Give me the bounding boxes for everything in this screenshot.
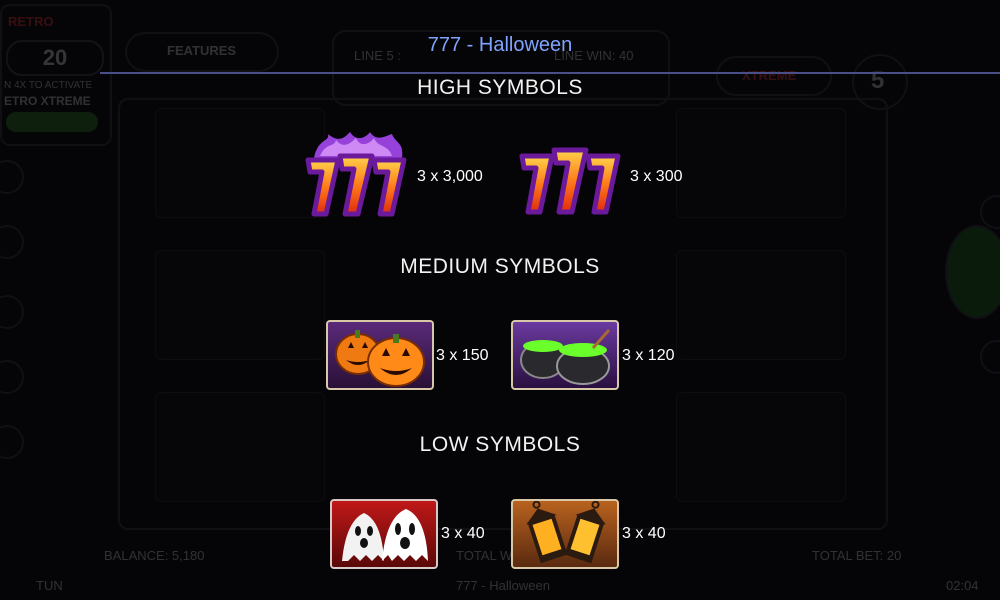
- total-bet-label: TOTAL BET: 20: [812, 548, 902, 563]
- reel-cell: [676, 108, 846, 218]
- total-win-label: TOTAL W: [456, 548, 513, 563]
- cauldrons-icon: [511, 320, 619, 390]
- side-button-right[interactable]: [980, 195, 1000, 229]
- triple-seven-payout: 3 x 300: [630, 168, 683, 185]
- side-button[interactable]: [0, 160, 24, 194]
- triple-seven-fire-payout: 3 x 3,000: [417, 168, 483, 185]
- pumpkins-icon: [326, 320, 434, 390]
- side-button-right[interactable]: [980, 340, 1000, 374]
- retro-label: RETRO: [8, 14, 54, 29]
- cauldrons-payout: 3 x 120: [622, 347, 675, 364]
- medium-symbols-heading: MEDIUM SYMBOLS: [400, 255, 600, 278]
- footer-left-label: TUN: [36, 578, 63, 593]
- high-symbols-heading: HIGH SYMBOLS: [417, 76, 583, 99]
- triple-seven-icon: [516, 138, 624, 218]
- triple-seven-fire-icon: [300, 132, 412, 222]
- title-divider: [100, 72, 1000, 74]
- side-button[interactable]: [0, 360, 24, 394]
- ghosts-payout: 3 x 40: [441, 525, 485, 542]
- side-button[interactable]: [0, 225, 24, 259]
- activate-bar: [6, 112, 98, 132]
- footer-game-name: 777 - Halloween: [456, 578, 550, 593]
- low-symbols-heading: LOW SYMBOLS: [419, 433, 581, 456]
- clock: 02:04: [946, 578, 979, 593]
- balance-label: BALANCE: 5,180: [104, 548, 205, 563]
- side-button[interactable]: [0, 295, 24, 329]
- lanterns-payout: 3 x 40: [622, 525, 666, 542]
- lanterns-icon: [511, 499, 619, 569]
- paytable-title: 777 - Halloween: [427, 34, 573, 56]
- ghosts-icon: [330, 499, 438, 569]
- pumpkins-payout: 3 x 150: [436, 347, 489, 364]
